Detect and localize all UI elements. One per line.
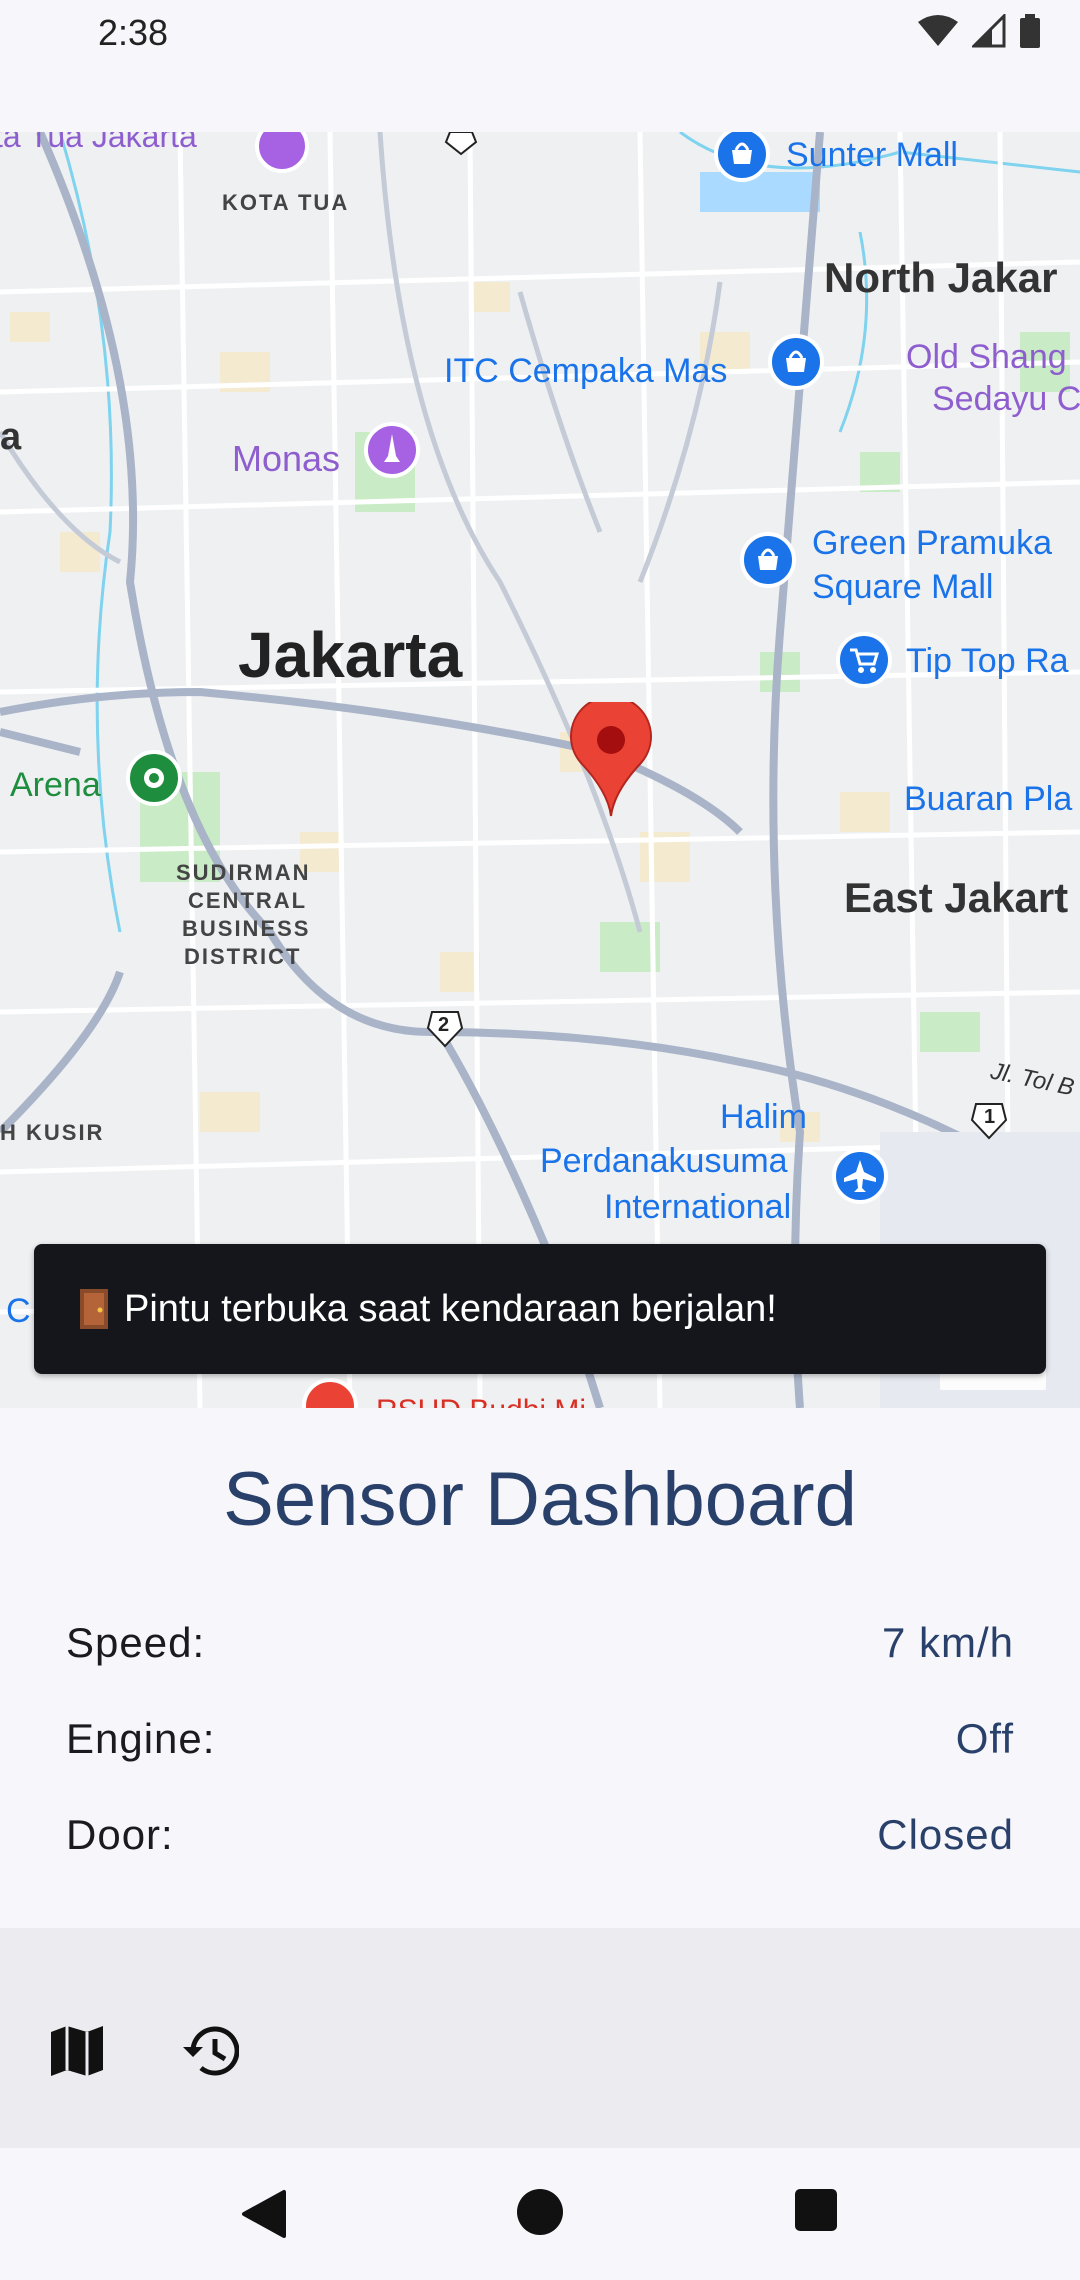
map-view[interactable]: ta Tua Jakarta KOTA TUA Sunter Mall Nort… <box>0 132 1080 1408</box>
snackbar: Pintu terbuka saat kendaraan berjalan! <box>34 1244 1046 1374</box>
monument-pin-icon[interactable] <box>362 422 422 488</box>
nav-map-button[interactable] <box>42 2016 112 2086</box>
engine-value: Off <box>955 1715 1014 1762</box>
system-navigation-bar <box>0 2148 1080 2280</box>
recents-icon[interactable] <box>794 2188 838 2232</box>
status-icons <box>918 14 1040 48</box>
map-label-monas: Monas <box>232 438 341 479</box>
door-value: Closed <box>877 1811 1014 1858</box>
map-label-halim-3: International <box>604 1188 792 1226</box>
map-label-buaran: Buaran Pla <box>904 780 1073 818</box>
map-label-google-partial: C <box>6 1292 31 1330</box>
map-label-north-jakarta: North Jakar <box>824 254 1058 301</box>
map-label-kota-tua: KOTA TUA <box>222 190 350 215</box>
airport-pin-icon[interactable] <box>830 1148 890 1214</box>
map-label-kota-tua-partial: ta Tua Jakarta <box>0 132 197 154</box>
engine-label: Engine: <box>66 1715 216 1762</box>
map-label-sudirman-3: BUSINESS <box>182 916 311 941</box>
shopping-bag-pin-icon[interactable] <box>712 132 772 192</box>
map-label-halim-1: Halim <box>720 1098 807 1136</box>
speed-value: 7 km/h <box>881 1619 1014 1666</box>
shopping-bag-pin-icon[interactable] <box>766 334 826 400</box>
map-label-sunter-mall: Sunter Mall <box>786 136 958 174</box>
map-label-sudirman-1: SUDIRMAN <box>176 860 311 885</box>
engine-row: Engine: Off <box>66 1704 1014 1774</box>
wifi-icon <box>918 15 958 46</box>
map-label-arena: Arena <box>10 766 101 804</box>
battery-icon <box>1020 14 1040 48</box>
signal-icon <box>972 14 1006 48</box>
map-label-green-pramuka-1: Green Pramuka <box>812 524 1052 562</box>
landmark-pin-icon[interactable] <box>254 132 310 180</box>
map-label-east-jakarta: East Jakart <box>844 874 1069 921</box>
park-pin-icon[interactable] <box>124 750 184 816</box>
status-time: 2:38 <box>98 12 169 53</box>
door-row: Door: Closed <box>66 1800 1014 1870</box>
map-label-kusir: H KUSIR <box>0 1120 105 1145</box>
door-label: Door: <box>66 1811 174 1858</box>
location-marker-icon[interactable] <box>568 702 654 818</box>
status-bar: 2:38 <box>0 0 1080 132</box>
shopping-bag-pin-icon[interactable] <box>738 532 798 598</box>
map-label-old-shanghai-2: Sedayu C <box>932 380 1080 418</box>
map-label-tip-top: Tip Top Ra <box>906 642 1069 680</box>
snackbar-message: Pintu terbuka saat kendaraan berjalan! <box>124 1287 777 1330</box>
speed-label: Speed: <box>66 1619 206 1666</box>
history-icon <box>183 2026 239 2076</box>
back-icon[interactable] <box>238 2188 288 2240</box>
bottom-navigation <box>0 1928 1080 2148</box>
nav-history-button[interactable] <box>174 2016 244 2086</box>
map-label-green-pramuka-2: Square Mall <box>812 568 994 606</box>
map-label-sudirman-2: CENTRAL <box>188 888 308 913</box>
map-label-sudirman-4: DISTRICT <box>184 944 302 969</box>
speed-row: Speed: 7 km/h <box>66 1608 1014 1678</box>
map-icon <box>51 2026 103 2076</box>
door-emoji-icon <box>80 1289 108 1329</box>
map-label-halim-2: Perdanakusuma <box>540 1142 788 1180</box>
map-label-itc-cempaka: ITC Cempaka Mas <box>444 352 728 390</box>
map-label-old-shanghai-1: Old Shang <box>906 338 1067 376</box>
map-label-route-2: 2 <box>438 1014 450 1036</box>
hospital-pin-icon[interactable] <box>300 1376 360 1408</box>
map-label-jakarta: Jakarta <box>238 619 463 691</box>
home-icon[interactable] <box>516 2188 564 2236</box>
dashboard-title: Sensor Dashboard <box>223 1457 857 1542</box>
map-label-route-1: 1 <box>984 1106 996 1128</box>
map-label-a: a <box>0 416 22 458</box>
map-label-rsud: RSUD Budhi Mi <box>376 1394 586 1408</box>
shopping-cart-pin-icon[interactable] <box>834 632 894 698</box>
